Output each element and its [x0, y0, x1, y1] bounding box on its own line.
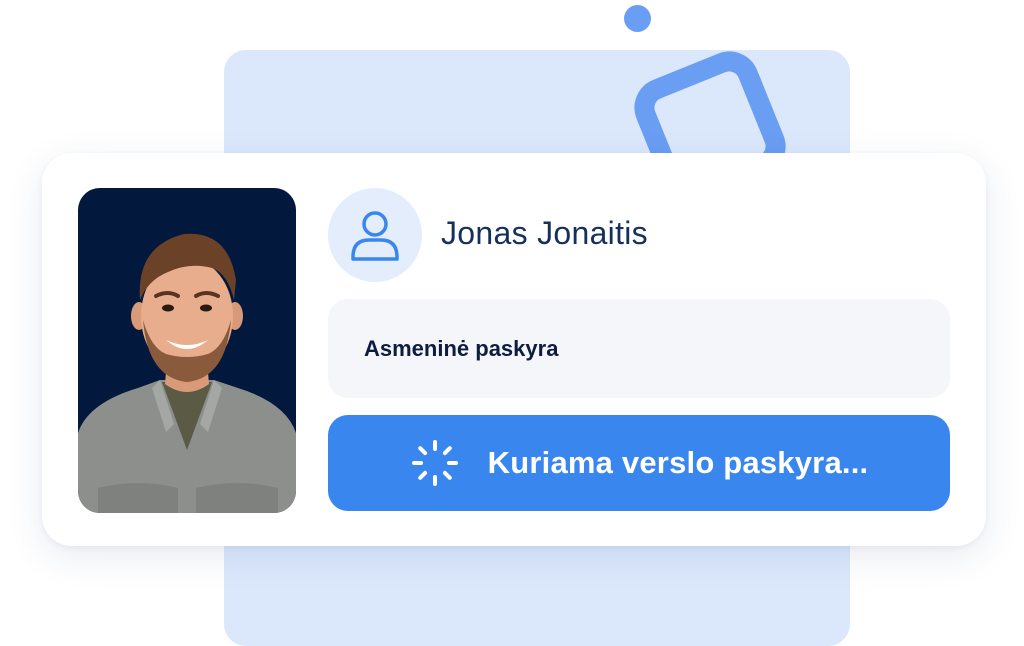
account-type-label: Asmeninė paskyra: [364, 335, 559, 361]
action-label: Kuriama verslo paskyra...: [487, 445, 869, 480]
person-illustration: [78, 233, 296, 513]
create-business-account-button[interactable]: Kuriama verslo paskyra...: [328, 415, 950, 511]
spinner-icon: [411, 440, 458, 486]
personal-account-option[interactable]: Asmeninė paskyra: [328, 299, 950, 398]
decorative-dot: [624, 5, 651, 32]
user-name: Jonas Jonaitis: [441, 215, 648, 251]
user-icon: [351, 211, 399, 261]
profile-card: Jonas Jonaitis Asmeninė paskyra Kuriama …: [42, 153, 986, 546]
profile-photo: [78, 188, 296, 513]
avatar: [328, 188, 422, 282]
